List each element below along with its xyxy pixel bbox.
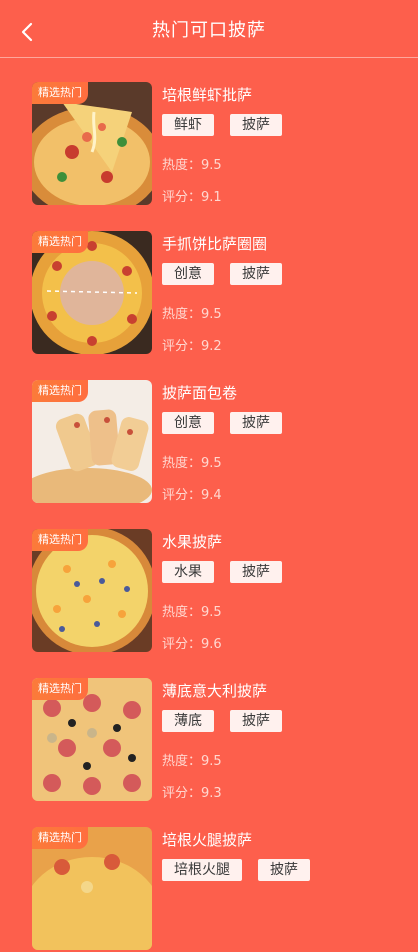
item-title: 培根火腿披萨 [162, 831, 253, 849]
list-item[interactable]: 精选热门 培根鲜虾批萨 鲜虾 披萨 热度：9.5 评分：9.1 [0, 58, 418, 207]
rating-score: 评分：9.6 [162, 637, 222, 652]
featured-badge: 精选热门 [32, 231, 88, 253]
tag[interactable]: 披萨 [258, 859, 310, 881]
tag[interactable]: 薄底 [162, 710, 214, 732]
pizza-image: 精选热门 [32, 380, 152, 503]
rating-score: 评分：9.2 [162, 339, 222, 354]
tag[interactable]: 披萨 [230, 412, 282, 434]
pizza-image: 精选热门 [32, 529, 152, 652]
item-title: 披萨面包卷 [162, 384, 238, 402]
rating-score: 评分：9.1 [162, 190, 222, 205]
pizza-image: 精选热门 [32, 678, 152, 801]
heat-score: 热度：9.5 [162, 158, 222, 173]
page-title: 热门可口披萨 [152, 20, 266, 41]
tag-list: 培根火腿 披萨 [162, 859, 310, 881]
featured-badge: 精选热门 [32, 678, 88, 700]
tag[interactable]: 披萨 [230, 561, 282, 583]
tag[interactable]: 创意 [162, 263, 214, 285]
list-item[interactable]: 精选热门 水果披萨 水果 披萨 热度：9.5 评分：9.6 [0, 505, 418, 654]
featured-badge: 精选热门 [32, 380, 88, 402]
tag-list: 创意 披萨 [162, 412, 282, 434]
tag[interactable]: 水果 [162, 561, 214, 583]
rating-score: 评分：9.4 [162, 488, 222, 503]
item-title: 水果披萨 [162, 533, 223, 551]
tag[interactable]: 培根火腿 [162, 859, 242, 881]
item-title: 培根鲜虾批萨 [162, 86, 253, 104]
tag-list: 鲜虾 披萨 [162, 114, 282, 136]
list-item[interactable]: 精选热门 披萨面包卷 创意 披萨 热度：9.5 评分：9.4 [0, 356, 418, 505]
list-item[interactable]: 精选热门 手抓饼比萨圈圈 创意 披萨 热度：9.5 评分：9.2 [0, 207, 418, 356]
tag[interactable]: 披萨 [230, 114, 282, 136]
heat-score: 热度：9.5 [162, 307, 222, 322]
rating-score: 评分：9.3 [162, 786, 222, 801]
featured-badge: 精选热门 [32, 82, 88, 104]
pizza-image: 精选热门 [32, 231, 152, 354]
item-title: 手抓饼比萨圈圈 [162, 235, 268, 253]
tag-list: 薄底 披萨 [162, 710, 282, 732]
tag[interactable]: 鲜虾 [162, 114, 214, 136]
top-bar: 热门可口披萨 [0, 0, 418, 58]
item-title: 薄底意大利披萨 [162, 682, 268, 700]
tag-list: 水果 披萨 [162, 561, 282, 583]
list-item[interactable]: 精选热门 薄底意大利披萨 薄底 披萨 热度：9.5 评分：9.3 [0, 654, 418, 803]
pizza-image: 精选热门 [32, 82, 152, 205]
list-item[interactable]: 精选热门 培根火腿披萨 培根火腿 披萨 [0, 803, 418, 952]
tag[interactable]: 披萨 [230, 710, 282, 732]
heat-score: 热度：9.5 [162, 605, 222, 620]
tag[interactable]: 创意 [162, 412, 214, 434]
tag-list: 创意 披萨 [162, 263, 282, 285]
heat-score: 热度：9.5 [162, 456, 222, 471]
heat-score: 热度：9.5 [162, 754, 222, 769]
tag[interactable]: 披萨 [230, 263, 282, 285]
featured-badge: 精选热门 [32, 827, 88, 849]
featured-badge: 精选热门 [32, 529, 88, 551]
pizza-image: 精选热门 [32, 827, 152, 950]
